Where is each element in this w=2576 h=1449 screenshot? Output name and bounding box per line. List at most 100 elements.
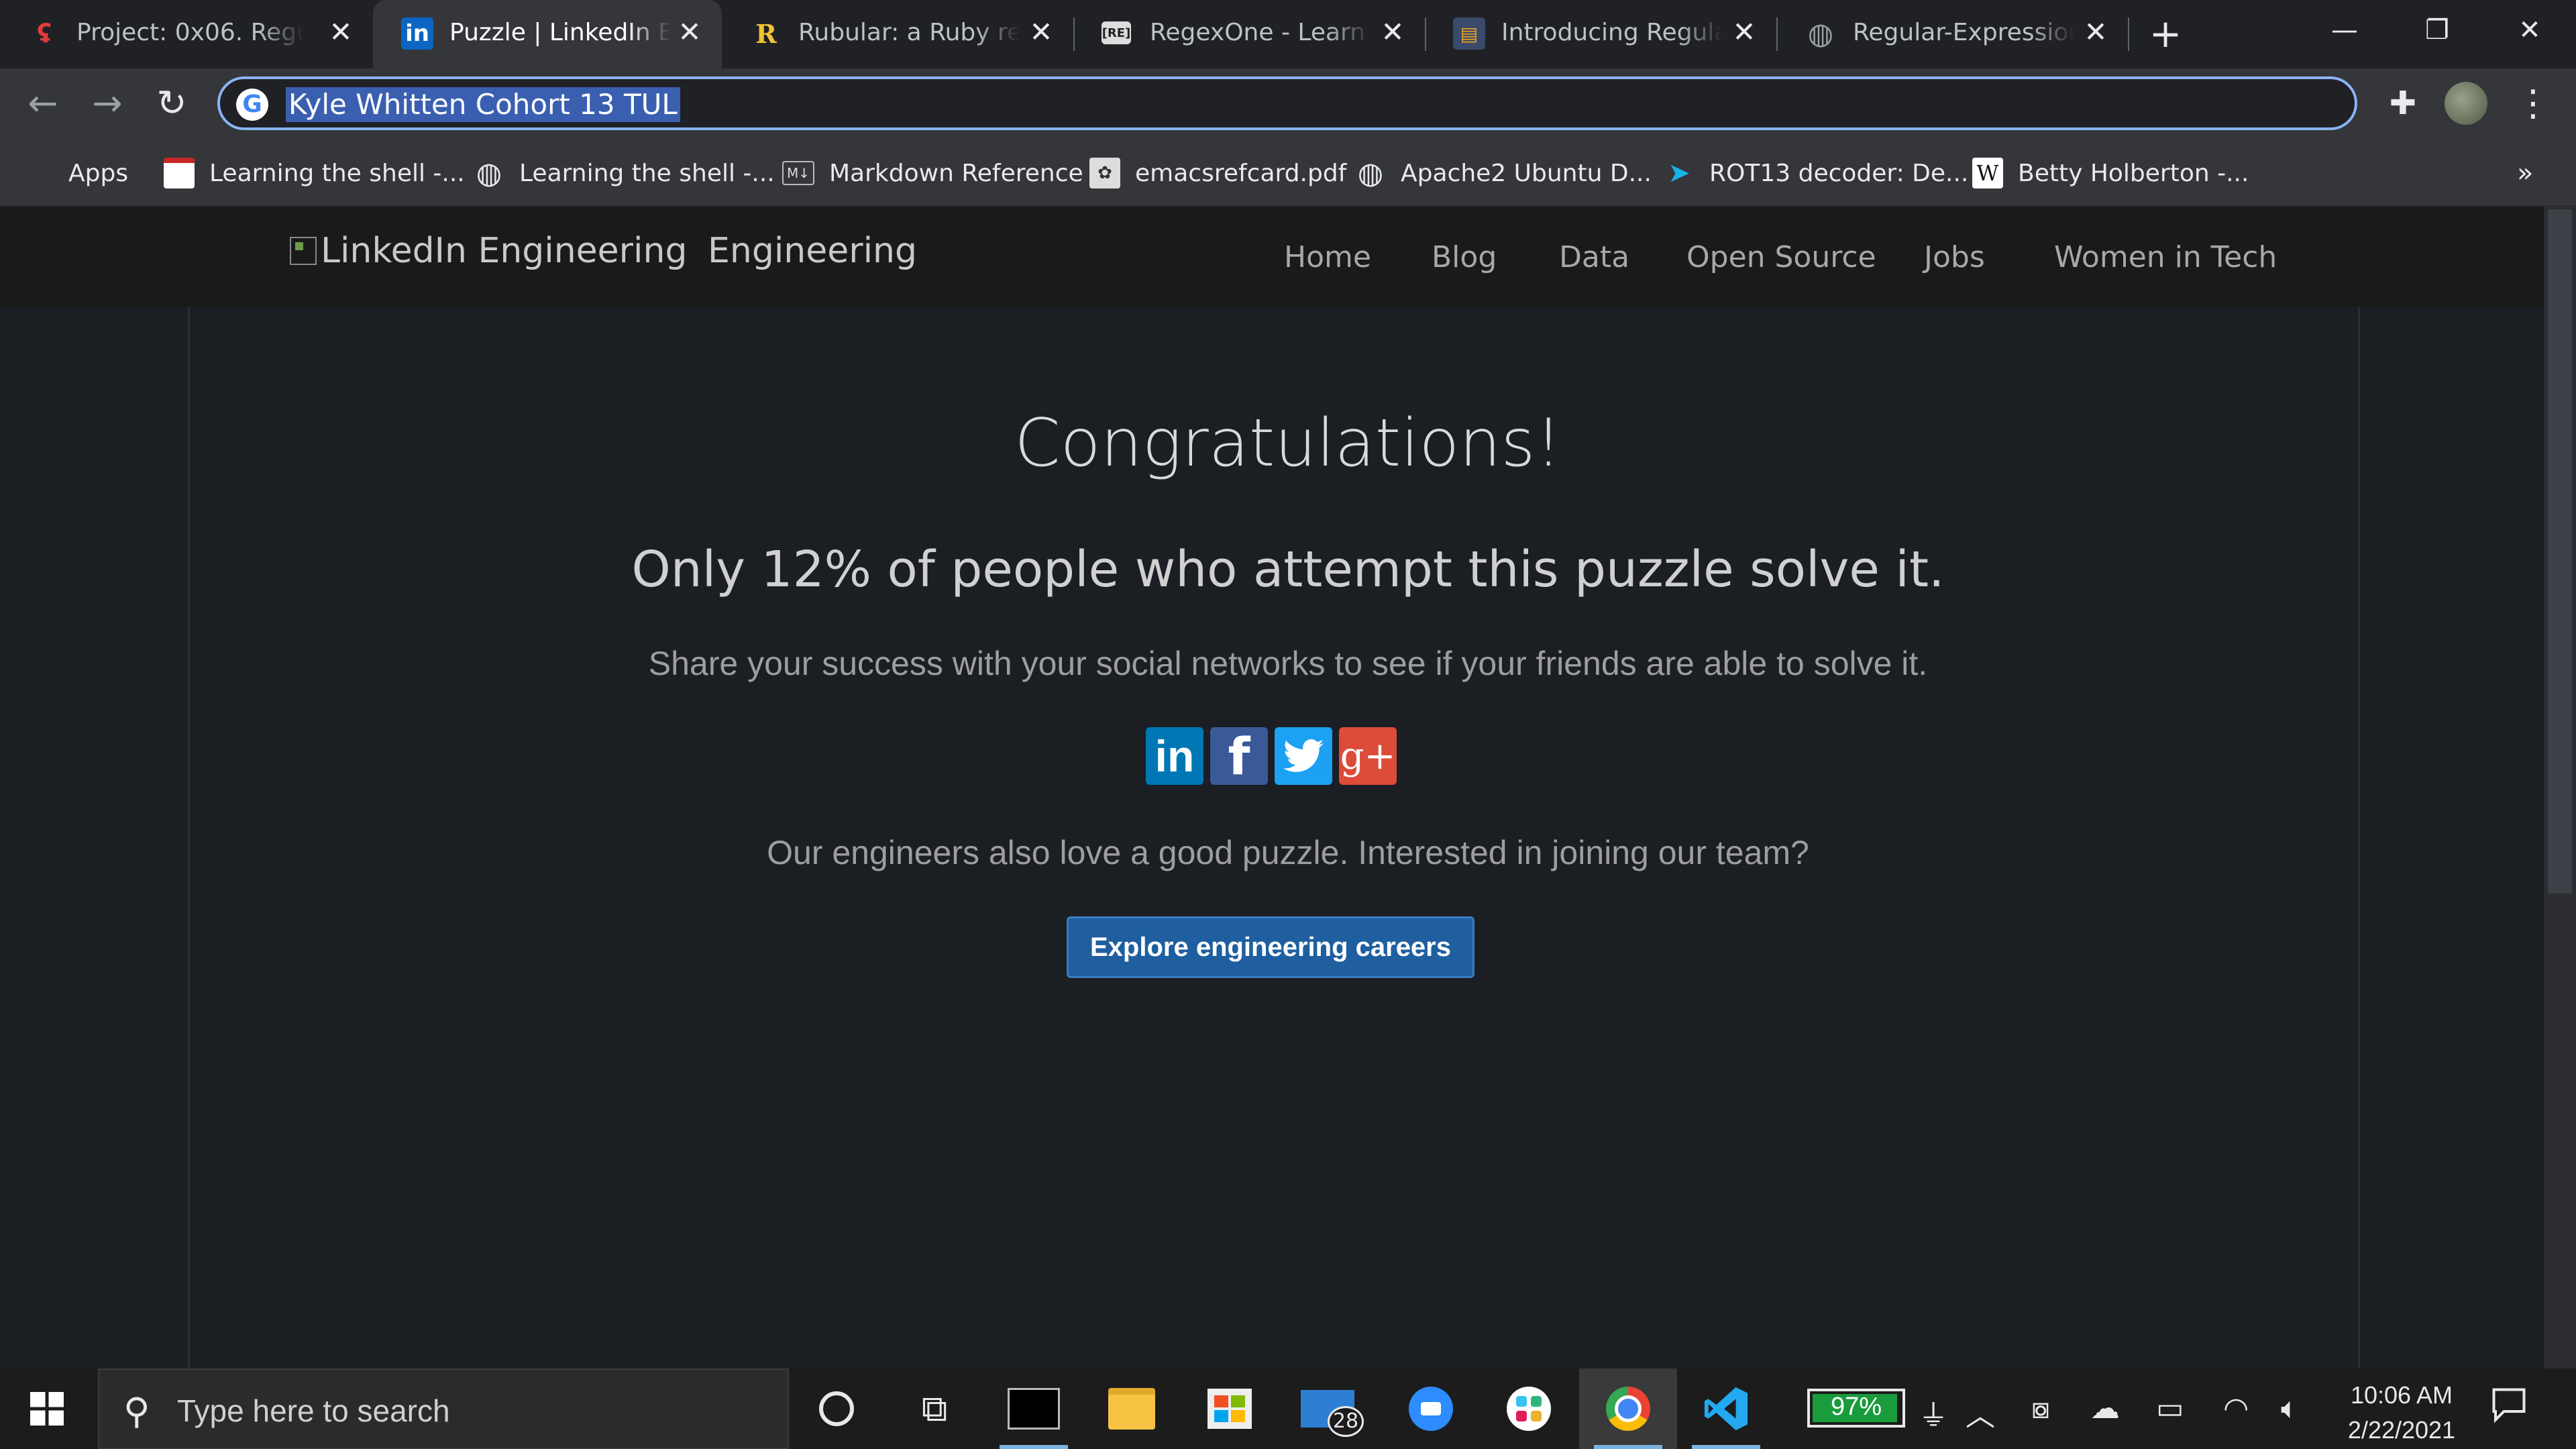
close-tab-icon[interactable]: ✕ [1728, 15, 1760, 50]
taskbar-vscode[interactable] [1677, 1368, 1775, 1449]
bookmark-learning-shell-1[interactable]: Learning the shell -... [164, 154, 465, 192]
globe-icon: ◍ [1357, 156, 1384, 191]
tab-title: Project: 0x06. Regula [76, 19, 305, 46]
mail-icon: 28 [1301, 1390, 1364, 1437]
regexone-icon: [RE] [1102, 21, 1131, 44]
taskbar-store[interactable] [1181, 1368, 1279, 1449]
tab-linkedin-puzzle[interactable]: in Puzzle | LinkedIn Eng ✕ [373, 0, 722, 68]
reload-icon[interactable]: ↻ [148, 79, 196, 127]
nav-women-in-tech[interactable]: Women in Tech [2054, 240, 2277, 274]
menu-icon[interactable]: ⋮ [2509, 79, 2557, 127]
holberton-icon: ʢ [37, 19, 52, 48]
search-placeholder: Type here to search [177, 1393, 450, 1428]
tab-regular-expressions[interactable]: ◍ Regular-Expressions. ✕ [1776, 0, 2128, 68]
extensions-icon[interactable]: ✚ [2379, 79, 2427, 127]
close-tab-icon[interactable]: ✕ [674, 15, 706, 50]
globe-icon: ◍ [476, 156, 502, 191]
slack-icon [1507, 1387, 1551, 1431]
wikipedia-icon: W [1972, 158, 2003, 189]
address-bar[interactable]: G Kyle Whitten Cohort 13 TUL [217, 76, 2357, 130]
close-tab-icon[interactable]: ✕ [325, 15, 357, 50]
power-plug-icon: ⏚ [1919, 1399, 1948, 1433]
explore-careers-button[interactable]: Explore engineering careers [1067, 916, 1474, 978]
folder-icon [1108, 1388, 1155, 1430]
google-icon: G [236, 89, 268, 121]
taskbar-chrome[interactable] [1579, 1368, 1677, 1449]
volume-icon[interactable]: 🔈︎ [2281, 1391, 2298, 1426]
wifi-icon[interactable]: ◠ [2223, 1391, 2249, 1426]
battery-icon[interactable]: ▭ [2156, 1391, 2184, 1426]
apps-grid-icon [28, 160, 54, 186]
notifications-button[interactable] [2489, 1385, 2537, 1433]
share-linkedin-button[interactable]: in [1146, 727, 1203, 785]
terminal-icon [1008, 1388, 1060, 1430]
share-facebook-button[interactable]: f [1210, 727, 1268, 786]
clock-time: 10:06 AM [2350, 1381, 2453, 1409]
restore-icon[interactable]: ❐ [2391, 0, 2483, 60]
forward-icon[interactable]: → [83, 79, 131, 127]
tab-title: RegexOne - Learn Re [1150, 19, 1371, 46]
bookmark-betty-holberton[interactable]: W Betty Holberton -... [1972, 154, 2249, 192]
tab-title: Puzzle | LinkedIn Eng [449, 19, 671, 46]
close-tab-icon[interactable]: ✕ [1377, 15, 1409, 50]
bookmark-label: emacsrefcard.pdf [1135, 159, 1347, 187]
onedrive-icon[interactable]: ☁ [2090, 1391, 2120, 1426]
gnu-icon: ✿ [1089, 158, 1120, 189]
taskbar-terminal[interactable] [985, 1368, 1083, 1449]
new-tab-button[interactable]: + [2144, 12, 2187, 55]
stat-text: Only 12% of people who attempt this puzz… [631, 541, 1945, 598]
vscode-icon [1704, 1387, 1748, 1431]
back-icon[interactable]: ← [19, 79, 67, 127]
tab-title: Rubular: a Ruby regu [798, 19, 1020, 46]
windows-logo-icon [30, 1392, 64, 1426]
chrome-icon [1606, 1387, 1650, 1431]
site-header: LinkedIn Engineering Engineering Home Bl… [0, 207, 2576, 307]
chevron-up-icon[interactable]: ︿ [1966, 1391, 1995, 1434]
taskbar-mail[interactable]: 28 [1279, 1368, 1377, 1449]
share-googleplus-button[interactable]: g+ [1339, 727, 1397, 785]
cortana-button[interactable] [788, 1368, 885, 1449]
bookmark-markdown-reference[interactable]: M↓ Markdown Reference [782, 154, 1083, 192]
tab-regexone[interactable]: [RE] RegexOne - Learn Re ✕ [1073, 0, 1425, 68]
battery-indicator[interactable]: 97% [1807, 1389, 1905, 1428]
bookmarks-overflow-button[interactable]: » [2517, 154, 2533, 192]
search-icon: ⚲ [123, 1390, 150, 1432]
camera-icon[interactable]: ⧇ [2031, 1391, 2050, 1426]
nav-home[interactable]: Home [1284, 240, 1371, 274]
bookmark-apache2[interactable]: ◍ Apache2 Ubuntu D... [1355, 154, 1652, 192]
taskbar-slack[interactable] [1480, 1368, 1578, 1449]
bookmarks-bar: Apps Learning the shell -... ◍ Learning … [0, 140, 2576, 207]
page-title: Congratulations! [1014, 405, 1562, 482]
bookmark-learning-shell-2[interactable]: ◍ Learning the shell -... [474, 154, 775, 192]
avatar[interactable] [2445, 82, 2487, 125]
taskbar-file-explorer[interactable] [1083, 1368, 1181, 1449]
bookmark-emacsrefcard[interactable]: ✿ emacsrefcard.pdf [1089, 154, 1346, 192]
close-tab-icon[interactable]: ✕ [1025, 15, 1057, 50]
taskbar-search-input[interactable]: ⚲ Type here to search [98, 1368, 789, 1449]
nav-data[interactable]: Data [1559, 240, 1629, 274]
address-text[interactable]: Kyle Whitten Cohort 13 TUL [286, 87, 680, 122]
site-logo[interactable]: LinkedIn Engineering Engineering [290, 231, 917, 271]
linkedin-icon: in [1155, 731, 1195, 781]
bookmark-label: Betty Holberton -... [2018, 159, 2249, 187]
minimize-icon[interactable]: — [2298, 0, 2391, 60]
cortana-icon [819, 1391, 854, 1426]
task-view-button[interactable]: ⧉ [885, 1368, 983, 1449]
system-clock[interactable]: 10:06 AM 2/22/2021 [2334, 1378, 2469, 1448]
tab-project-regula[interactable]: ʢ Project: 0x06. Regula ✕ [0, 0, 373, 68]
close-window-icon[interactable]: ✕ [2483, 0, 2576, 60]
tab-separator [2128, 17, 2129, 51]
tab-introducing-regular[interactable]: ▤ Introducing Regular ✕ [1425, 0, 1776, 68]
tab-rubular[interactable]: R Rubular: a Ruby regu ✕ [722, 0, 1073, 68]
bookmark-rot13[interactable]: ➤ ROT13 decoder: De... [1664, 154, 1968, 192]
start-button[interactable] [0, 1368, 94, 1449]
bookmark-apps[interactable]: Apps [28, 154, 128, 192]
nav-open-source[interactable]: Open Source [1686, 240, 1876, 274]
tab-title: Introducing Regular [1501, 19, 1723, 46]
logo-alt-text: LinkedIn Engineering [321, 231, 688, 271]
share-twitter-button[interactable] [1275, 727, 1332, 785]
close-tab-icon[interactable]: ✕ [2080, 15, 2112, 50]
taskbar-zoom[interactable] [1382, 1368, 1480, 1449]
nav-jobs[interactable]: Jobs [1924, 240, 1985, 274]
nav-blog[interactable]: Blog [1432, 240, 1497, 274]
